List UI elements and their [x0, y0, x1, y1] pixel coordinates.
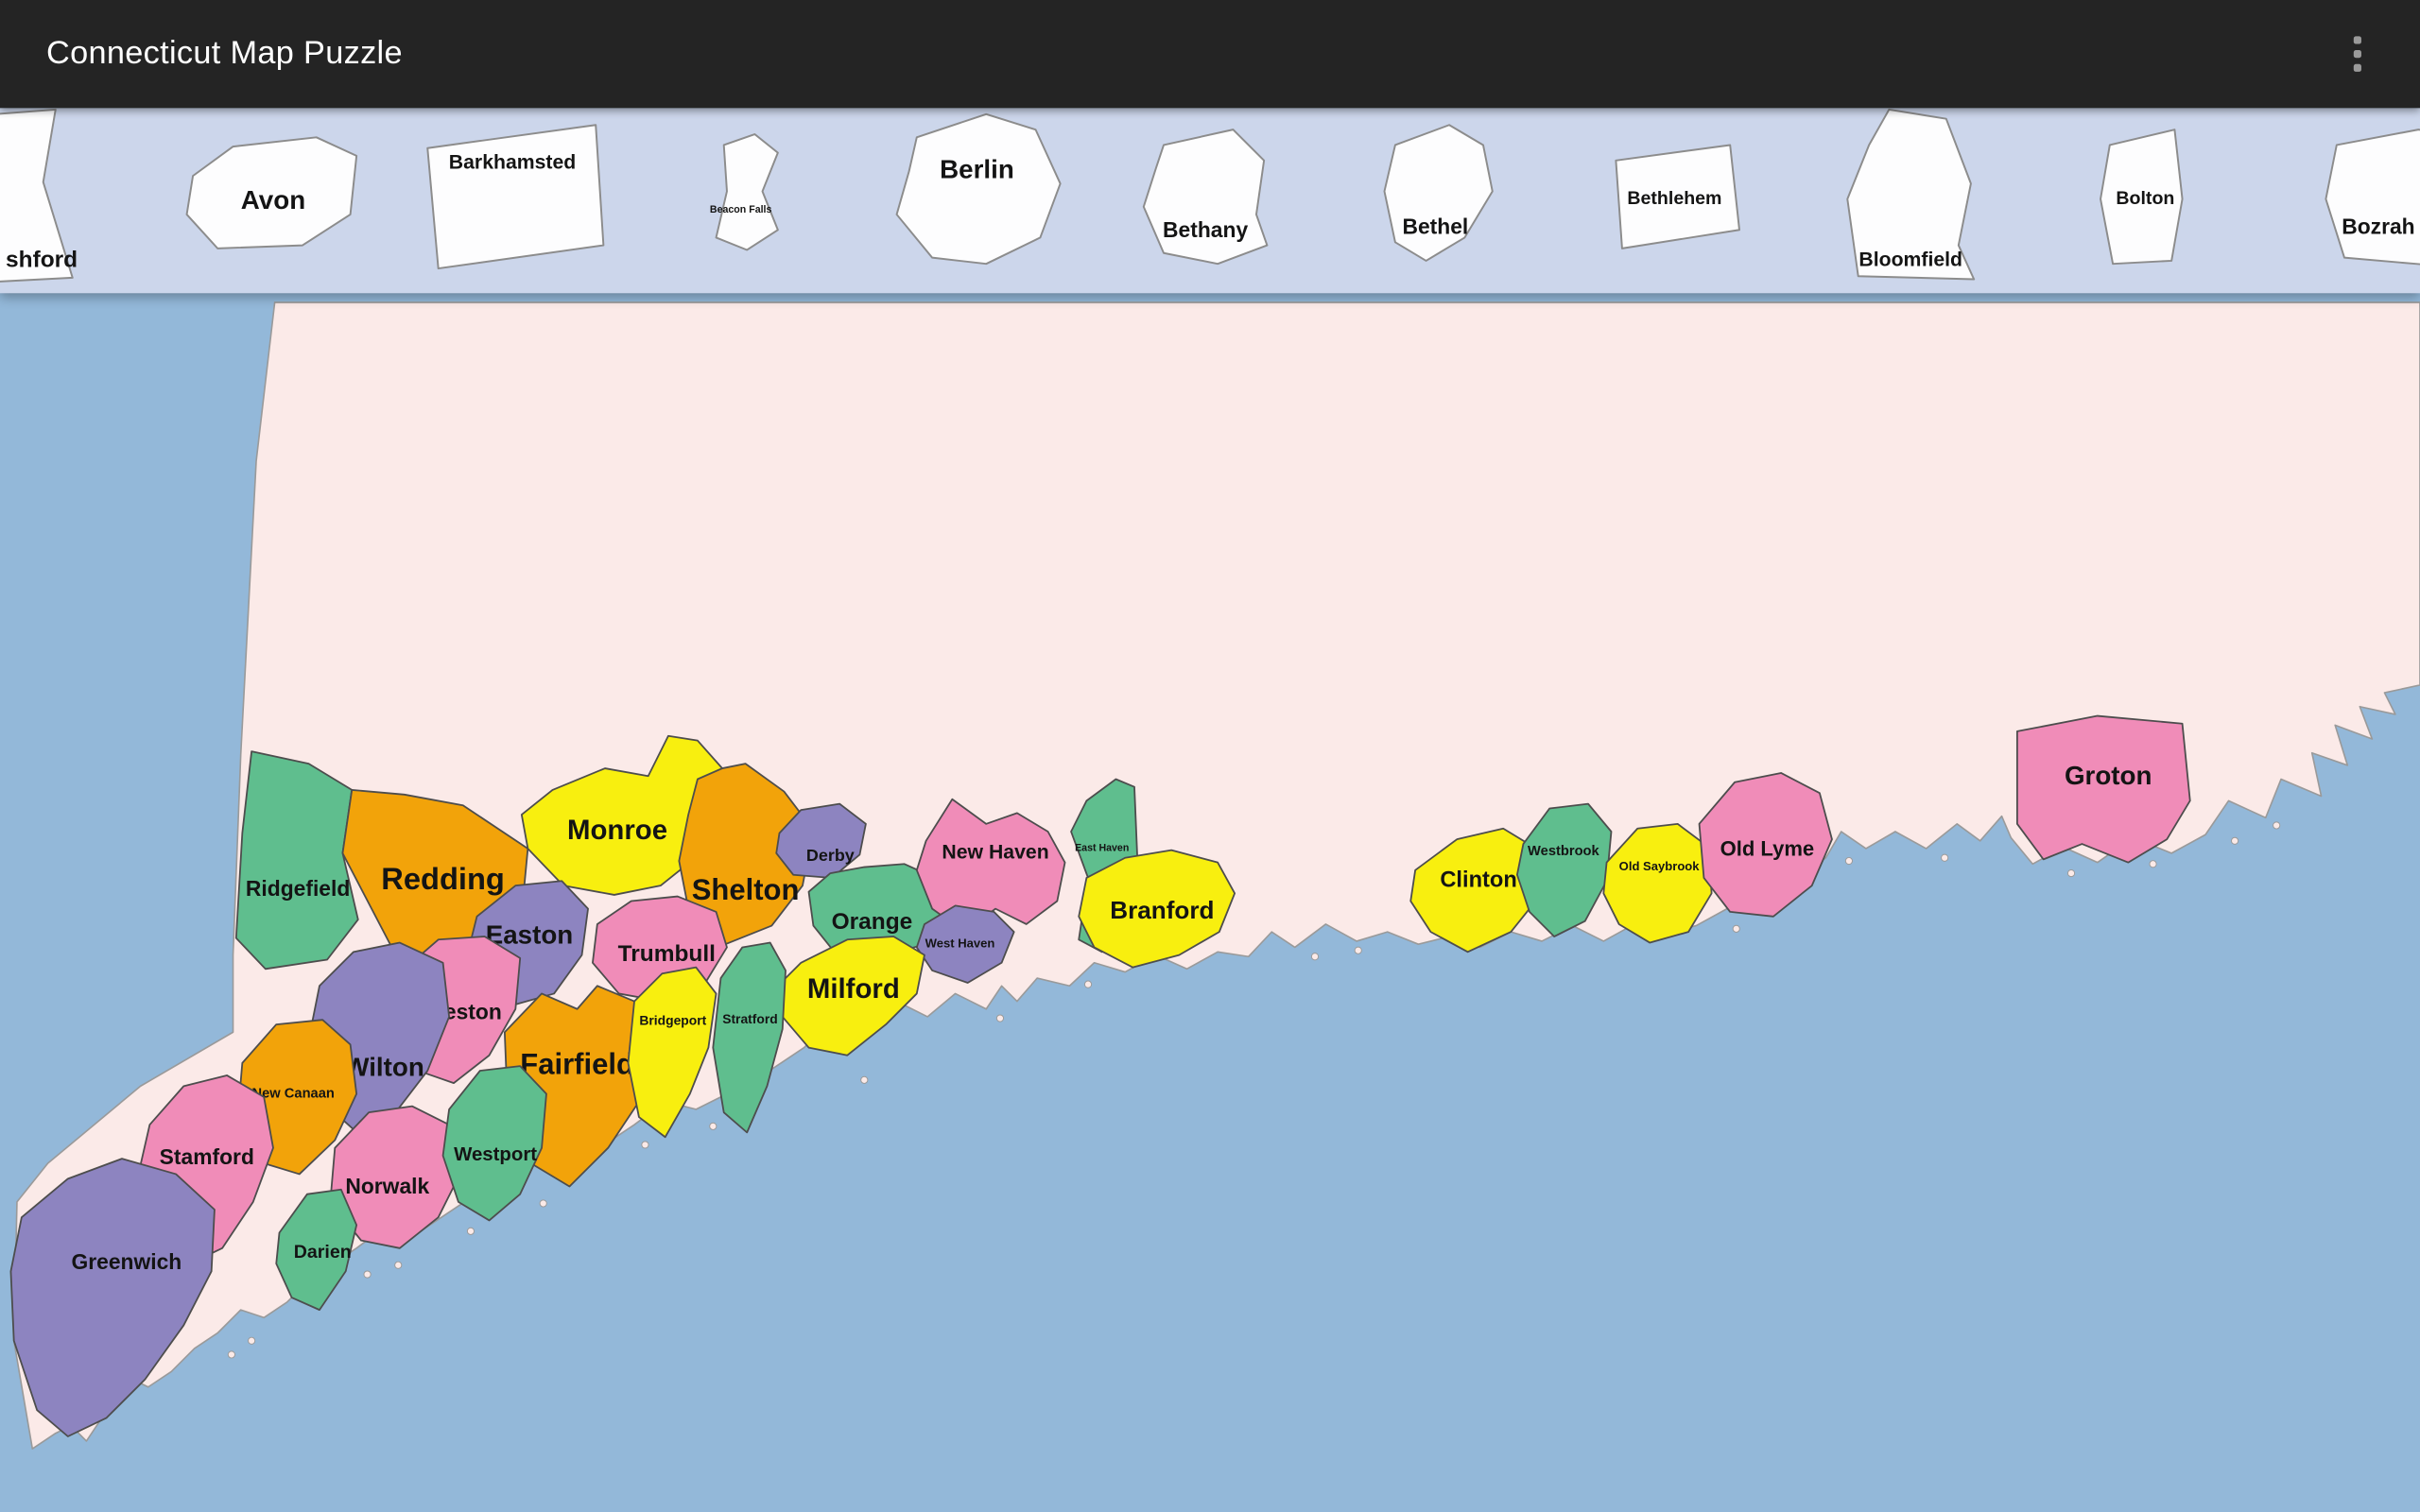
tray-piece-bethany[interactable]: Bethany: [1144, 129, 1268, 264]
coastal-island: [861, 1076, 868, 1083]
coastal-island: [1311, 954, 1318, 960]
map-piece-ridgefield[interactable]: Ridgefield: [236, 751, 358, 969]
coastal-island: [364, 1271, 371, 1278]
coastal-island: [642, 1142, 648, 1148]
tray-piece-shape-bolton[interactable]: [2100, 129, 2183, 264]
coastal-island: [1845, 857, 1852, 864]
tray-piece-shape-barkhamsted[interactable]: [427, 125, 603, 268]
coastal-island: [710, 1123, 717, 1129]
overflow-dot: [2354, 50, 2361, 58]
coastal-island: [540, 1200, 546, 1207]
map-area[interactable]: RidgefieldReddingMonroeSheltonDerbyOrang…: [0, 293, 2420, 1512]
coastal-island: [996, 1015, 1003, 1022]
coastal-island: [1733, 925, 1739, 932]
coastal-island: [228, 1351, 234, 1358]
tray-piece-barkhamsted[interactable]: Barkhamsted: [427, 125, 603, 268]
tray-piece-shape-bethlehem[interactable]: [1616, 145, 1739, 248]
coastal-island: [1355, 947, 1361, 954]
coastal-island: [395, 1262, 402, 1268]
coastal-island: [1084, 981, 1091, 988]
overflow-dot: [2354, 64, 2361, 72]
map-canvas: RidgefieldReddingMonroeSheltonDerbyOrang…: [0, 293, 2420, 1512]
tray-piece-bethlehem[interactable]: Bethlehem: [1616, 145, 1739, 248]
coastal-island: [2067, 869, 2074, 876]
piece-tray-canvas: shfordAvonBarkhamstedBeacon FallsBerlinB…: [0, 108, 2420, 293]
map-piece-shape-ridgefield[interactable]: [236, 751, 358, 969]
coastal-island: [2273, 822, 2280, 829]
coastal-island: [249, 1337, 255, 1344]
coastal-island: [2231, 837, 2238, 844]
app-window: Connecticut Map Puzzle shfordAvonBarkham…: [0, 0, 2420, 1512]
action-bar: Connecticut Map Puzzle: [0, 0, 2420, 108]
coastal-island: [467, 1228, 474, 1234]
map-piece-groton[interactable]: Groton: [2017, 716, 2190, 863]
coastal-island: [2150, 861, 2156, 868]
map-piece-shape-groton[interactable]: [2017, 716, 2190, 863]
piece-tray[interactable]: shfordAvonBarkhamstedBeacon FallsBerlinB…: [0, 108, 2420, 293]
app-title: Connecticut Map Puzzle: [0, 36, 403, 73]
overflow-menu-icon[interactable]: [2344, 27, 2371, 81]
coastal-island: [1942, 854, 1948, 861]
overflow-dot: [2354, 36, 2361, 43]
tray-piece-bolton[interactable]: Bolton: [2100, 129, 2183, 264]
tray-piece-shape-bethany[interactable]: [1144, 129, 1268, 264]
